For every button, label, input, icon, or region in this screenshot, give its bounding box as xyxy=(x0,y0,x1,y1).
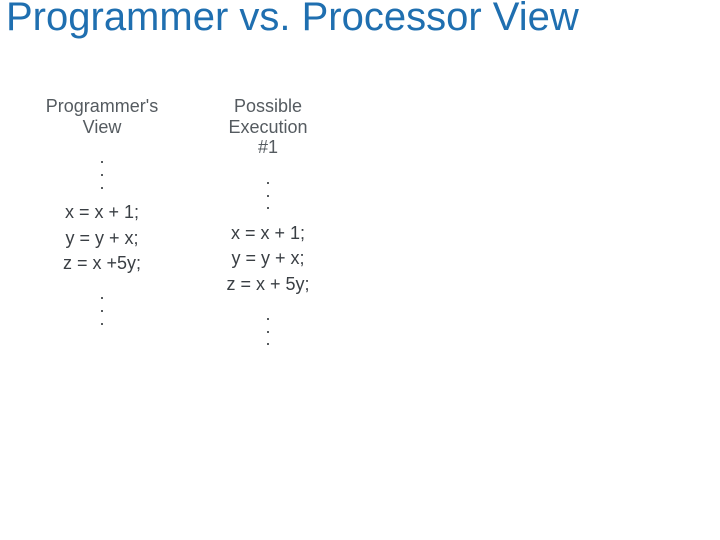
slide: Programmer vs. Processor View Programmer… xyxy=(0,0,720,540)
vertical-dots-icon: ... xyxy=(265,172,270,210)
code-line: z = x +5y; xyxy=(63,252,141,275)
vertical-dots-icon: ... xyxy=(99,151,104,189)
column-header: Programmer'sView xyxy=(46,96,158,137)
code-block: x = x + 1; y = y + x; z = x +5y; xyxy=(63,201,141,275)
column-programmer-view: Programmer'sView ... x = x + 1; y = y + … xyxy=(32,96,172,356)
vertical-dots-icon: ... xyxy=(99,287,104,325)
code-line: x = x + 1; xyxy=(65,201,139,224)
slide-title: Programmer vs. Processor View xyxy=(6,0,700,39)
column-possible-execution-1: PossibleExecution#1 ... x = x + 1; y = y… xyxy=(198,96,338,356)
code-line: x = x + 1; xyxy=(231,222,305,245)
code-line: z = x + 5y; xyxy=(226,273,309,296)
code-line: y = y + x; xyxy=(231,247,304,270)
column-header: PossibleExecution#1 xyxy=(228,96,307,158)
columns-container: Programmer'sView ... x = x + 1; y = y + … xyxy=(32,96,338,356)
vertical-dots-icon: ... xyxy=(265,308,270,346)
code-block: x = x + 1; y = y + x; z = x + 5y; xyxy=(226,222,309,296)
code-line: y = y + x; xyxy=(65,227,138,250)
